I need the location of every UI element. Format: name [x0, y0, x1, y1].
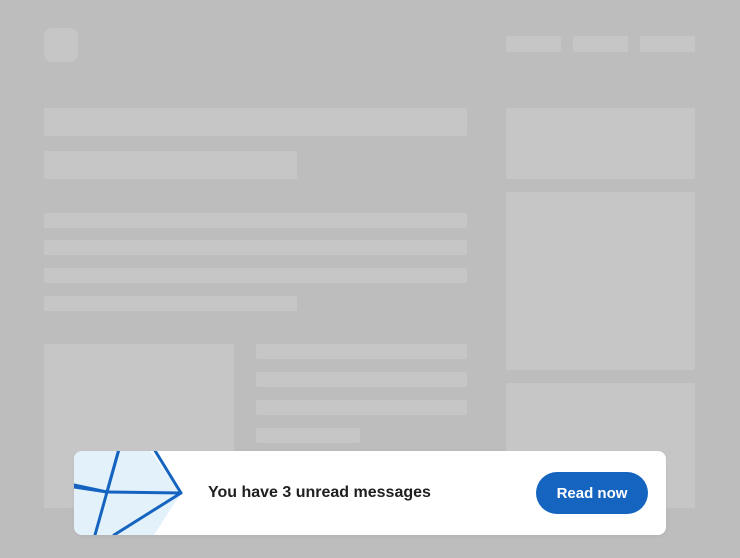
- notification-message: You have 3 unread messages: [208, 484, 431, 501]
- text-line-placeholder: [44, 240, 467, 255]
- logo-placeholder: [44, 28, 78, 62]
- subtitle-placeholder: [44, 151, 297, 179]
- text-line-placeholder: [44, 213, 467, 228]
- text-line-placeholder: [44, 296, 297, 311]
- read-now-button[interactable]: Read now: [536, 472, 648, 514]
- sidebar-card-placeholder: [506, 108, 695, 179]
- sidebar-card-placeholder: [506, 192, 695, 370]
- text-line-placeholder: [256, 428, 360, 443]
- page-backdrop: You have 3 unread messages Read now: [0, 0, 740, 558]
- text-line-placeholder: [256, 344, 467, 359]
- notification-toast: You have 3 unread messages Read now: [74, 451, 666, 535]
- text-line-placeholder: [256, 372, 467, 387]
- title-placeholder: [44, 108, 467, 136]
- nav-placeholder: [573, 36, 628, 52]
- nav-placeholder: [506, 36, 561, 52]
- text-line-placeholder: [256, 400, 467, 415]
- nav-placeholder: [640, 36, 695, 52]
- text-line-placeholder: [44, 268, 467, 283]
- envelope-icon: [74, 451, 183, 535]
